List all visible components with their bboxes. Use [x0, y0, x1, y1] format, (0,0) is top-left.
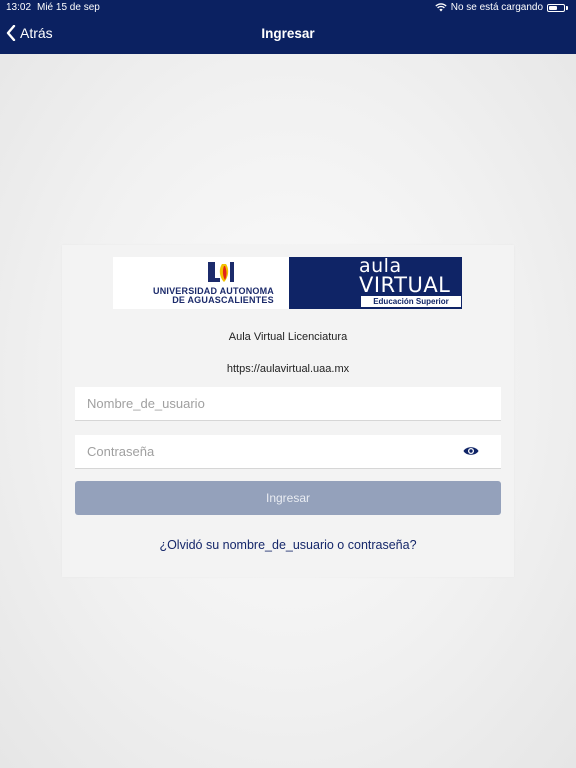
site-name: Aula Virtual Licenciatura [228, 331, 348, 343]
forgot-credentials-link[interactable]: ¿Olvidó su nombre_de_usuario o contraseñ… [62, 538, 514, 552]
password-input[interactable] [75, 435, 447, 467]
aula-virtual-logo: aula VIRTUAL Educación Superior [289, 257, 462, 309]
status-right: No se está cargando [435, 0, 568, 15]
eye-icon[interactable] [463, 445, 479, 457]
password-field-container [75, 435, 501, 469]
username-input[interactable] [75, 387, 447, 419]
battery-tip [566, 5, 568, 10]
university-logo: UNIVERSIDAD AUTONOMA DE AGUASCALIENTES [113, 257, 289, 309]
battery-icon [547, 3, 565, 12]
login-button[interactable]: Ingresar [75, 481, 501, 515]
status-bar: 13:02 Mié 15 de sep No se está cargando [0, 0, 576, 15]
university-name: UNIVERSIDAD AUTONOMA DE AGUASCALIENTES [153, 287, 293, 305]
username-field-container [75, 387, 501, 421]
top-navigation-bar: 13:02 Mié 15 de sep No se está cargando … [0, 0, 576, 54]
page-title: Ingresar [261, 26, 315, 41]
login-card: UNIVERSIDAD AUTONOMA DE AGUASCALIENTES a… [62, 245, 514, 577]
university-emblem-icon [208, 262, 234, 282]
site-url: https://aulavirtual.uaa.mx [226, 363, 350, 375]
status-date: Mié 15 de sep [37, 2, 100, 13]
status-time: 13:02 [6, 2, 32, 13]
wifi-icon [435, 3, 447, 12]
education-level-label: Educación Superior [361, 296, 461, 307]
site-logo-banner: UNIVERSIDAD AUTONOMA DE AGUASCALIENTES a… [113, 257, 462, 309]
virtual-text: VIRTUAL [359, 273, 451, 297]
charging-status: No se está cargando [450, 2, 543, 13]
battery-fill [549, 5, 557, 10]
university-name-line2: DE AGUASCALIENTES [172, 295, 274, 305]
